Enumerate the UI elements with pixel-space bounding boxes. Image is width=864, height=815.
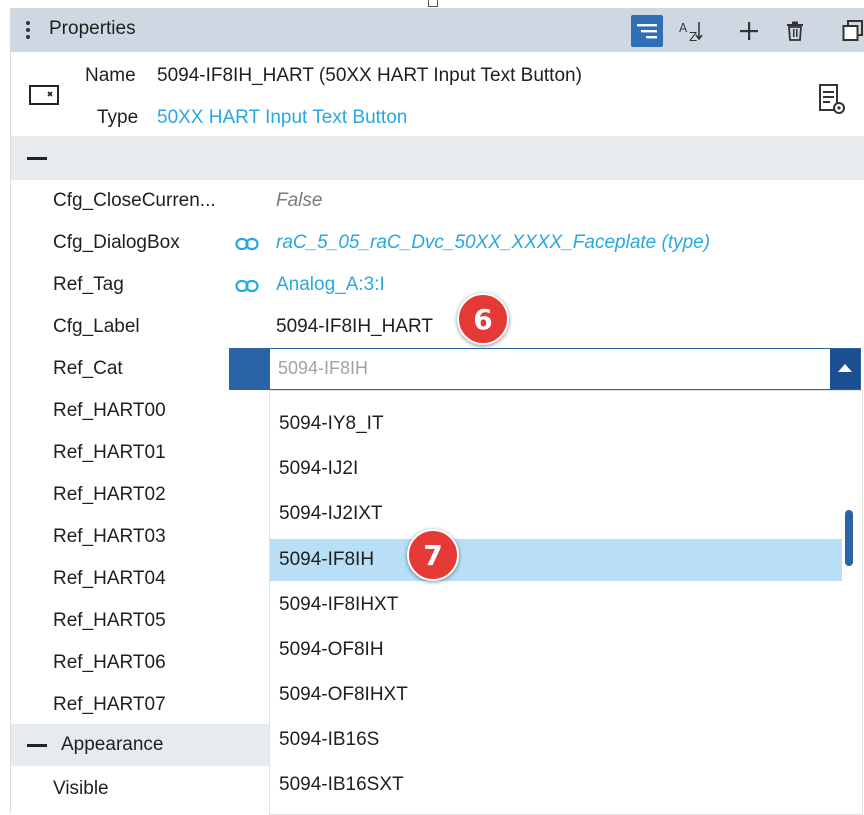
collapse-icon[interactable] <box>27 157 47 160</box>
sort-az-button[interactable]: A Z <box>675 15 707 47</box>
copy-icon <box>842 20 863 41</box>
sort-az-icon: A Z <box>679 21 703 43</box>
appearance-group-header[interactable]: Appearance <box>11 724 269 766</box>
prop-name-cfg-closecurrent: Cfg_CloseCurren... <box>53 190 216 211</box>
properties-settings-icon[interactable] <box>817 82 847 116</box>
panel-header: Properties A Z <box>11 8 864 52</box>
dropdown-arrow-up-icon[interactable] <box>830 349 860 389</box>
name-value: 5094-IF8IH_HART (50XX HART Input Text Bu… <box>157 65 582 86</box>
svg-text:A: A <box>679 21 688 35</box>
prop-value-cfg-label[interactable]: 5094-IF8IH_HART <box>276 316 433 338</box>
type-value-link[interactable]: 50XX HART Input Text Button <box>157 107 407 129</box>
dropdown-option[interactable]: 5094-IJ2IXT <box>270 493 842 535</box>
prop-name-ref-hart07: Ref_HART07 <box>53 694 166 715</box>
prop-name-ref-hart06: Ref_HART06 <box>53 652 166 673</box>
prop-name-ref-hart00: Ref_HART00 <box>53 400 166 421</box>
prop-value-cfg-closecurrent[interactable]: False <box>276 190 322 212</box>
categorized-view-button[interactable] <box>631 15 663 47</box>
dropdown-option[interactable]: 5094-IB16SXT <box>270 764 842 806</box>
link-icon[interactable] <box>235 237 259 251</box>
delete-button[interactable] <box>779 15 811 47</box>
prop-value-cfg-dialogbox[interactable]: raC_5_05_raC_Dvc_50XX_XXXX_Faceplate (ty… <box>276 232 710 254</box>
dropdown-option[interactable]: 5094-OF8IHXT <box>270 674 842 716</box>
plus-icon <box>740 22 758 40</box>
ref-cat-edit-marker <box>229 348 269 390</box>
prop-name-ref-tag: Ref_Tag <box>53 274 124 295</box>
prop-name-ref-hart05: Ref_HART05 <box>53 610 166 631</box>
prop-value-ref-tag[interactable]: Analog_A:3:I <box>276 274 385 296</box>
prop-name-ref-hart04: Ref_HART04 <box>53 568 166 589</box>
dropdown-option-selected[interactable]: 5094-IF8IH <box>270 539 842 581</box>
panel-title: Properties <box>49 18 136 39</box>
callout-badge-7: 7 <box>407 529 459 581</box>
ref-cat-dropdown-list[interactable]: 5094-IY8_IT 5094-IJ2I 5094-IJ2IXT 5094-I… <box>269 390 863 815</box>
duplicate-button[interactable] <box>837 15 864 47</box>
dropdown-option[interactable]: 5094-IB16S <box>270 719 842 761</box>
dropdown-option[interactable]: 5094-IF8IHXT <box>270 584 842 626</box>
type-label: Type <box>97 107 139 128</box>
ref-cat-input-value[interactable]: 5094-IF8IH <box>278 358 368 379</box>
prop-name-ref-hart01: Ref_HART01 <box>53 442 166 463</box>
ref-cat-combobox[interactable]: 5094-IF8IH <box>269 348 861 390</box>
prop-name-ref-cat: Ref_Cat <box>53 358 123 379</box>
dropdown-scrollbar[interactable] <box>845 510 853 566</box>
properties-panel: Properties A Z Name 5094-IF8IH_HART (50X… <box>10 8 864 815</box>
dropdown-option[interactable]: 5094-IY8_IT <box>270 403 842 445</box>
prop-name-visible: Visible <box>53 778 109 799</box>
trash-icon <box>787 21 803 41</box>
group-collapse-bar[interactable] <box>11 136 864 180</box>
text-button-icon <box>29 85 59 105</box>
prop-name-ref-hart02: Ref_HART02 <box>53 484 166 505</box>
link-icon[interactable] <box>235 279 259 293</box>
appearance-label: Appearance <box>61 734 164 755</box>
dropdown-option[interactable]: 5094-OF8IH <box>270 629 842 671</box>
prop-name-cfg-label: Cfg_Label <box>53 316 140 337</box>
prop-name-ref-hart03: Ref_HART03 <box>53 526 166 547</box>
collapse-icon[interactable] <box>27 744 47 747</box>
dropdown-option[interactable]: 5094-IJ2I <box>270 448 842 490</box>
kebab-menu-icon[interactable] <box>25 19 31 41</box>
add-button[interactable] <box>733 15 765 47</box>
window-edge-marker <box>428 0 438 7</box>
callout-badge-6: 6 <box>457 293 509 345</box>
name-label: Name <box>85 65 136 86</box>
prop-name-cfg-dialogbox: Cfg_DialogBox <box>53 232 180 253</box>
filter-list-icon <box>637 24 657 39</box>
svg-text:Z: Z <box>689 30 697 43</box>
